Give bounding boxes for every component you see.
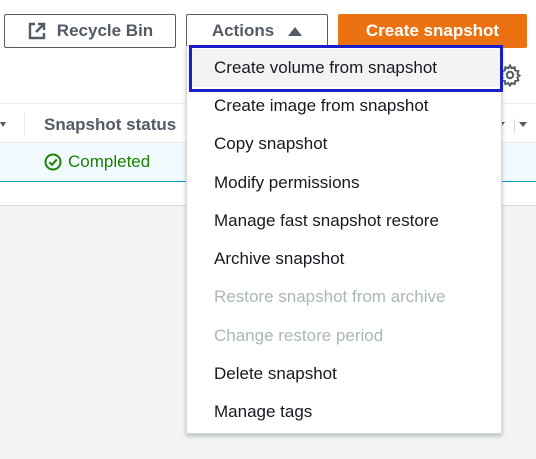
sort-caret-icon[interactable] (0, 116, 8, 134)
recycle-bin-label: Recycle Bin (56, 21, 154, 40)
create-snapshot-label: Create snapshot (365, 21, 500, 40)
menu-item-create-image[interactable]: Create image from snapshot (187, 87, 501, 125)
check-circle-icon (44, 153, 62, 171)
menu-item-manage-fast-restore[interactable]: Manage fast snapshot restore (187, 202, 501, 240)
menu-item-change-restore-period: Change restore period (214, 326, 384, 345)
actions-dropdown-menu: Create volume from snapshot Create image… (186, 46, 502, 434)
create-snapshot-button[interactable]: Create snapshot (338, 14, 527, 48)
status-cell: Completed (44, 152, 150, 172)
actions-label: Actions (211, 21, 275, 40)
recycle-bin-button[interactable]: Recycle Bin (4, 14, 176, 48)
actions-button[interactable]: Actions (186, 14, 328, 48)
menu-item-delete-snapshot[interactable]: Delete snapshot (187, 355, 501, 393)
caret-up-icon (288, 26, 303, 36)
menu-item-modify-permissions[interactable]: Modify permissions (187, 164, 501, 202)
status-text: Completed (68, 152, 151, 171)
menu-item-create-volume[interactable]: Create volume from snapshot (187, 49, 501, 87)
column-header-snapshot-status[interactable]: Snapshot status (44, 115, 176, 135)
menu-item-restore-from-archive: Restore snapshot from archive (214, 287, 446, 306)
menu-item-copy-snapshot[interactable]: Copy snapshot (187, 125, 501, 163)
external-link-icon (27, 21, 47, 41)
column-divider (24, 113, 25, 135)
menu-item-archive-snapshot[interactable]: Archive snapshot (187, 240, 501, 278)
menu-item-manage-tags[interactable]: Manage tags (187, 393, 501, 431)
